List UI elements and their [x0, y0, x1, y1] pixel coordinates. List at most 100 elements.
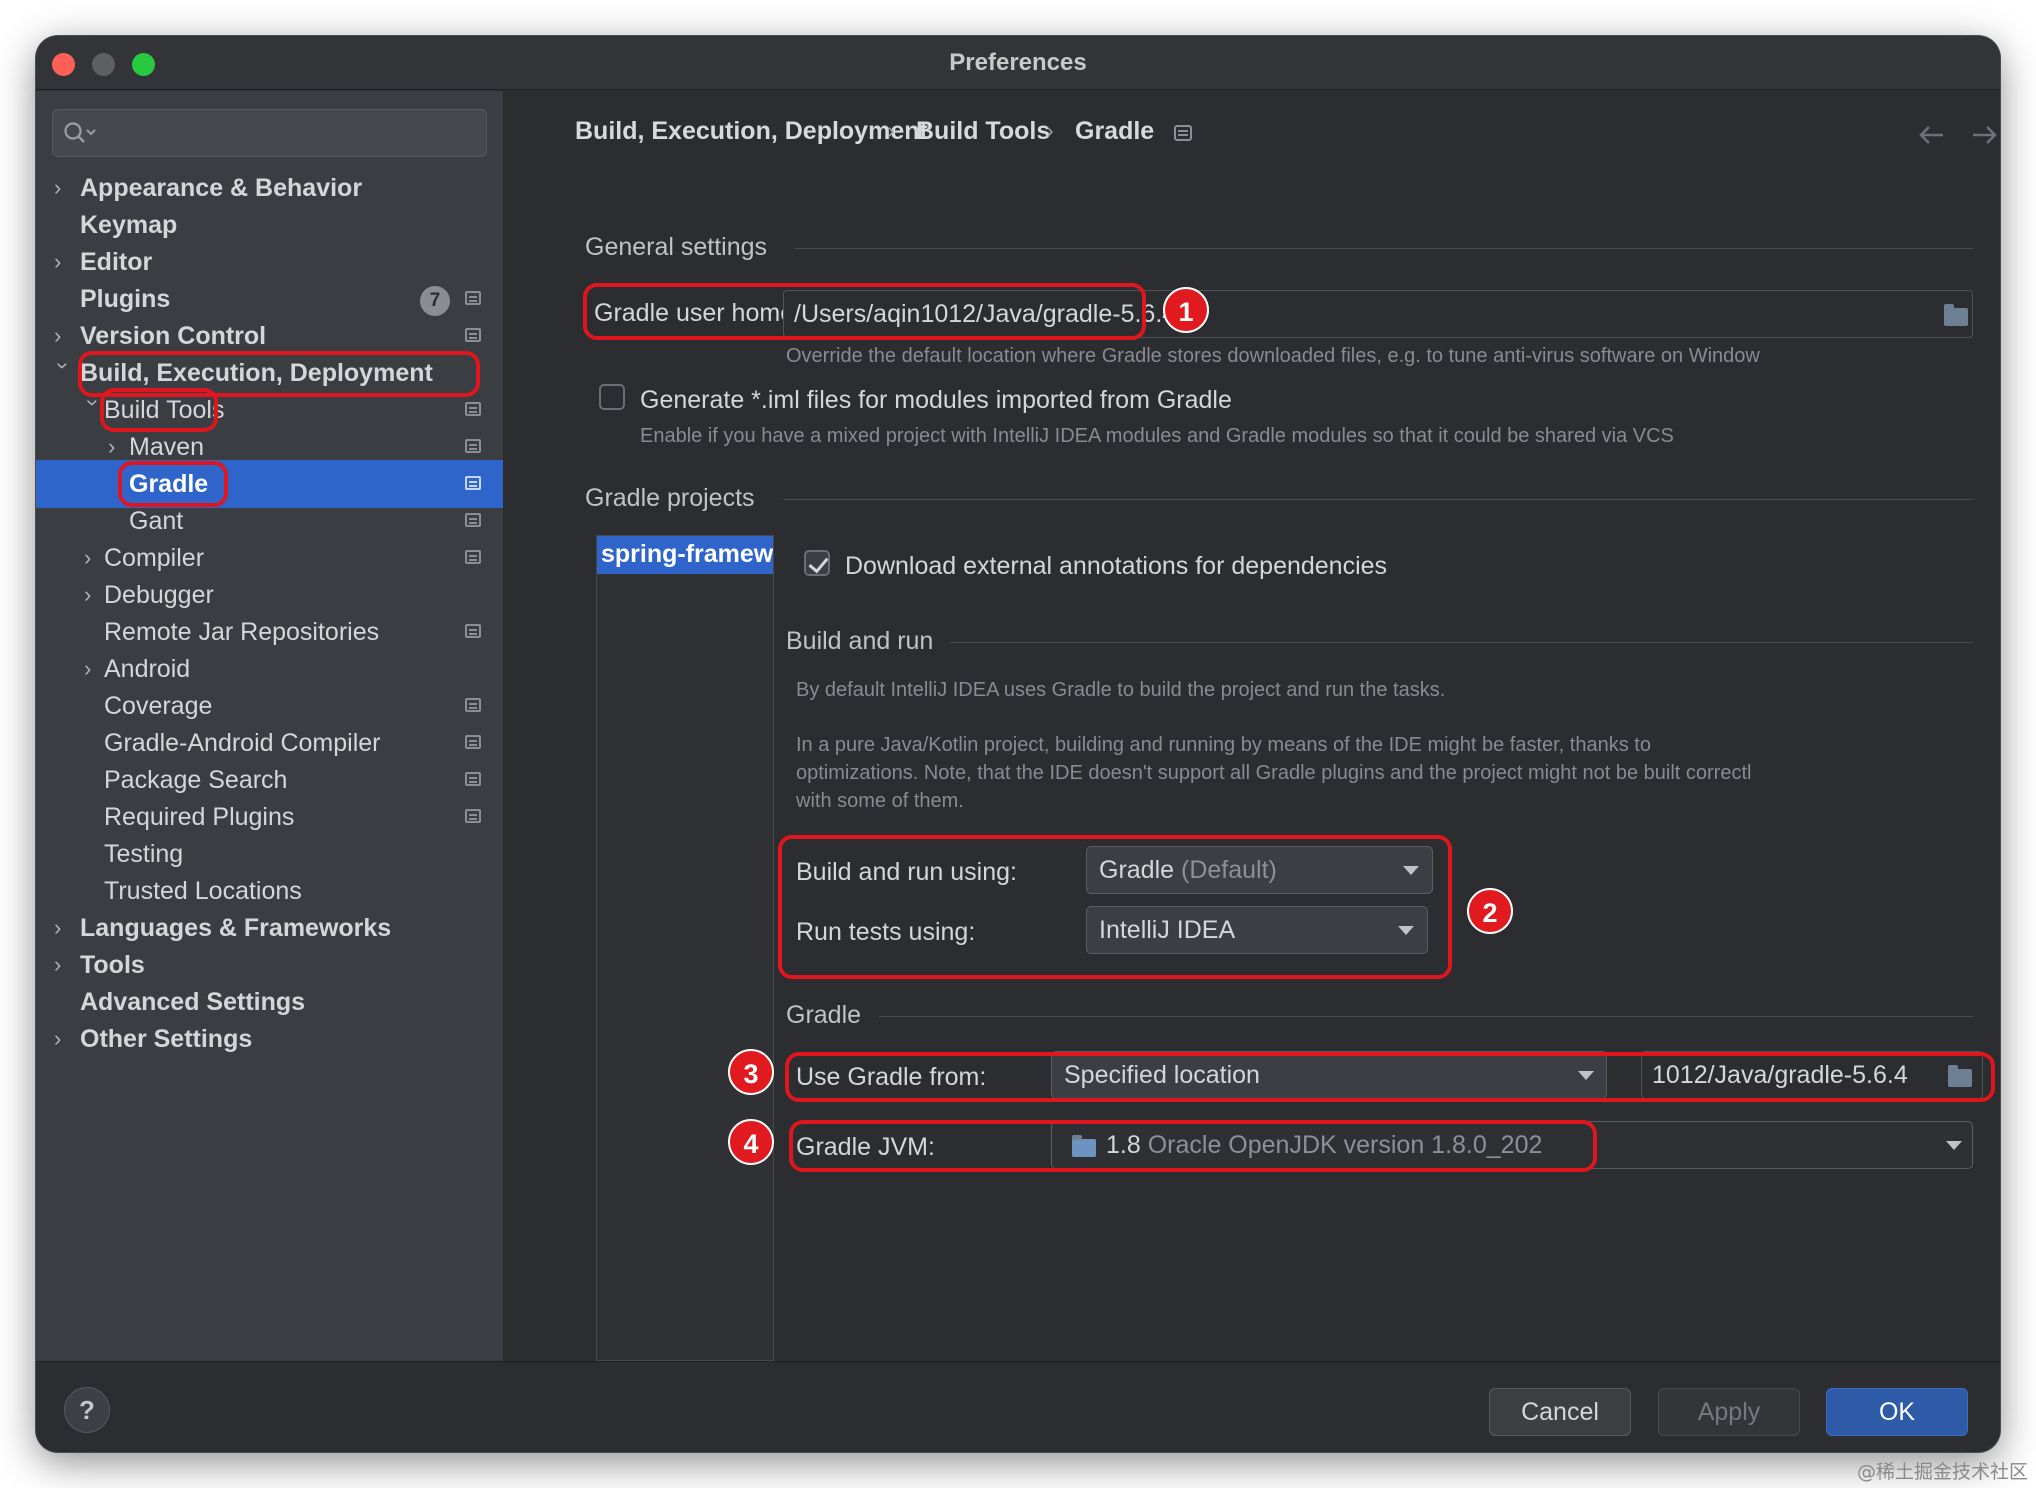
chevron-right-icon[interactable]: › [54, 175, 74, 200]
chevron-right-icon[interactable]: › [54, 249, 74, 274]
project-settings-icon [465, 809, 481, 823]
apply-button[interactable]: Apply [1658, 1388, 1800, 1436]
gradle-user-home-label: Gradle user home: [594, 299, 802, 327]
sidebar-item-label: Maven [129, 433, 205, 461]
project-settings-icon [465, 513, 481, 527]
search-icon [64, 122, 96, 143]
chevron-right-icon[interactable]: › [54, 1026, 74, 1051]
breadcrumb-item[interactable]: Build Tools [916, 117, 1050, 146]
use-gradle-from-dropdown[interactable]: Specified location [1051, 1051, 1607, 1099]
sidebar-item-label: Plugins [80, 285, 171, 313]
back-arrow-icon[interactable] [1917, 123, 1947, 147]
sidebar-item-label: Coverage [104, 692, 213, 720]
sidebar-item-label: Android [104, 655, 191, 683]
title-bar: Preferences [36, 36, 2000, 90]
sidebar-item-label: Build, Execution, Deployment [80, 359, 433, 387]
chevron-down-icon[interactable]: › [81, 399, 106, 419]
chevron-right-icon[interactable]: › [108, 434, 128, 459]
sidebar-item-label: Gant [129, 507, 184, 535]
gradle-projects-list[interactable]: spring-framework [596, 535, 774, 1361]
sidebar-item-other-settings[interactable]: › Other Settings [36, 1015, 503, 1063]
sidebar-item-label: Package Search [104, 766, 288, 794]
breadcrumb-item[interactable]: Gradle [1075, 117, 1154, 146]
jdk-folder-icon [1072, 1135, 1096, 1157]
gradle-location-input[interactable]: 1012/Java/gradle-5.6.4 [1641, 1051, 1983, 1099]
sidebar-item-label: Gradle [129, 470, 209, 498]
sidebar-item-label: Advanced Settings [80, 988, 306, 1016]
run-tests-using-value: IntelliJ IDEA [1099, 916, 1236, 944]
download-annotations-label: Download external annotations for depend… [845, 552, 1388, 580]
build-run-note-line: In a pure Java/Kotlin project, building … [796, 734, 1651, 756]
build-run-using-selected: Gradle [1099, 856, 1175, 884]
annotation-number-badge: 3 [728, 1049, 774, 1095]
cancel-button[interactable]: Cancel [1489, 1388, 1631, 1436]
dropdown-arrow-icon [1398, 926, 1414, 935]
generate-iml-label: Generate *.iml files for modules importe… [640, 386, 1232, 414]
chevron-down-icon[interactable]: › [51, 362, 76, 382]
search-input[interactable] [52, 109, 487, 157]
chevron-right-icon[interactable]: › [84, 656, 104, 681]
folder-icon[interactable] [1948, 1065, 1972, 1087]
gradle-section-heading: Gradle [786, 1001, 862, 1029]
gradle-location-value: 1012/Java/gradle-5.6.4 [1652, 1061, 1908, 1089]
project-settings-icon [465, 328, 481, 342]
chevron-right-icon[interactable]: › [54, 952, 74, 977]
gradle-user-home-input[interactable]: /Users/aqin1012/Java/gradle-5.6.4 [783, 290, 1973, 338]
section-divider [879, 1016, 1973, 1017]
build-run-using-default-suffix: (Default) [1181, 856, 1277, 884]
forward-arrow-icon[interactable] [1969, 123, 1999, 147]
annotation-number-badge: 1 [1163, 287, 1209, 333]
build-run-note-line: optimizations. Note, that the IDE doesn'… [796, 762, 1752, 784]
build-and-run-heading: Build and run [786, 627, 934, 655]
project-settings-icon [465, 439, 481, 453]
gradle-user-home-hint: Override the default location where Grad… [786, 345, 1760, 367]
project-item-spring-framework[interactable]: spring-framework [597, 536, 773, 574]
project-settings-icon [465, 550, 481, 564]
sidebar-item-label: Appearance & Behavior [80, 174, 363, 202]
dialog-footer: ? Cancel Apply OK [36, 1361, 2000, 1452]
build-run-note-line: with some of them. [796, 790, 964, 812]
generate-iml-checkbox[interactable] [599, 384, 625, 410]
help-button[interactable]: ? [64, 1387, 110, 1433]
chevron-right-icon[interactable]: › [54, 323, 74, 348]
folder-icon[interactable] [1944, 304, 1968, 326]
sidebar-item-label: Required Plugins [104, 803, 295, 831]
settings-sidebar: › Appearance & Behavior Keymap › Editor … [36, 91, 504, 1361]
sidebar-item-label: Version Control [80, 322, 267, 350]
generate-iml-hint: Enable if you have a mixed project with … [640, 425, 1674, 447]
sidebar-item-label: Testing [104, 840, 184, 868]
sidebar-item-label: Keymap [80, 211, 178, 239]
use-gradle-from-value: Specified location [1064, 1061, 1260, 1089]
sidebar-item-label: Tools [80, 951, 145, 979]
watermark-text: @稀土掘金技术社区 [1856, 1461, 2028, 1483]
run-tests-using-dropdown[interactable]: IntelliJ IDEA [1086, 906, 1428, 954]
sidebar-item-label: Editor [80, 248, 153, 276]
gradle-jvm-detail: Oracle OpenJDK version 1.8.0_202 [1147, 1131, 1543, 1159]
build-run-using-dropdown[interactable]: Gradle (Default) [1086, 846, 1433, 894]
gradle-jvm-value: 1.8 Oracle OpenJDK version 1.8.0_202 [1106, 1131, 1542, 1160]
sidebar-item-label: Build Tools [104, 396, 225, 424]
breadcrumb-item[interactable]: Build, Execution, Deployment [575, 117, 928, 146]
use-gradle-from-label: Use Gradle from: [796, 1063, 987, 1091]
sidebar-item-label: Trusted Locations [104, 877, 302, 905]
ok-button[interactable]: OK [1826, 1388, 1968, 1436]
window-title: Preferences [949, 49, 1087, 76]
build-run-description: By default IntelliJ IDEA uses Gradle to … [796, 679, 1446, 701]
chevron-right-icon[interactable]: › [84, 545, 104, 570]
project-settings-icon [465, 772, 481, 786]
project-settings-icon [465, 291, 481, 305]
project-settings-icon [465, 735, 481, 749]
dropdown-arrow-icon [1403, 866, 1419, 875]
sidebar-item-label: Remote Jar Repositories [104, 618, 380, 646]
gradle-projects-heading: Gradle projects [585, 484, 755, 512]
gradle-jvm-label: Gradle JVM: [796, 1133, 935, 1161]
chevron-right-icon[interactable]: › [54, 915, 74, 940]
section-divider [795, 248, 1973, 249]
build-run-using-value: Gradle (Default) [1099, 856, 1277, 885]
gradle-jvm-dropdown[interactable]: 1.8 Oracle OpenJDK version 1.8.0_202 [1051, 1121, 1973, 1169]
chevron-right-icon[interactable]: › [84, 582, 104, 607]
section-divider [783, 499, 1973, 500]
build-run-using-label: Build and run using: [796, 858, 1017, 886]
project-settings-icon [465, 402, 481, 416]
download-annotations-checkbox[interactable] [804, 550, 830, 576]
